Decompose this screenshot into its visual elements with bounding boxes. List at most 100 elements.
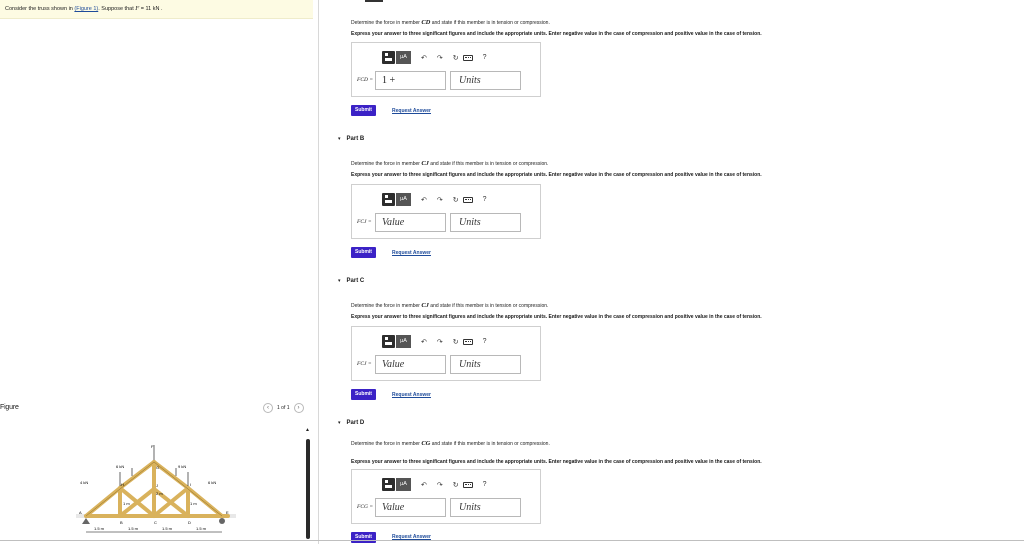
units-input[interactable]: [450, 355, 521, 374]
submit-button[interactable]: Submit: [351, 389, 376, 400]
joint-label: E: [226, 510, 229, 515]
answer-box: µA ↶ ↷ ↻ ? FCJ =: [351, 326, 541, 381]
part-title: Part B: [346, 136, 365, 142]
templates-icon[interactable]: [382, 478, 395, 491]
part-b-section: ▾ Part B Determine the force in member CJ…: [318, 136, 1024, 266]
value-input[interactable]: [375, 213, 446, 232]
part-header[interactable]: ▾ Part C: [338, 278, 364, 284]
units-icon[interactable]: µA: [396, 335, 411, 348]
dimension-label: 1.5 m: [196, 526, 207, 531]
pin-support-icon: [82, 518, 90, 524]
bottom-border: [0, 540, 1024, 541]
redo-icon[interactable]: ↷: [437, 338, 443, 346]
request-answer-link[interactable]: Request Answer: [392, 250, 431, 256]
undo-icon[interactable]: ↶: [421, 54, 427, 62]
caret-down-icon: ▾: [338, 136, 341, 142]
joint-label: J: [156, 483, 158, 488]
units-input[interactable]: [450, 71, 521, 90]
scroll-thumb[interactable]: [306, 439, 310, 539]
load-label: 6 kN: [116, 464, 124, 469]
instruction-text: Express your answer to three significant…: [351, 172, 762, 178]
templates-icon[interactable]: [382, 51, 395, 64]
intro-suffix: = 11 kN .: [139, 6, 163, 12]
undo-icon[interactable]: ↶: [421, 196, 427, 204]
reset-icon[interactable]: ↻: [453, 54, 459, 62]
templates-icon[interactable]: [382, 193, 395, 206]
variable-label: FCJ =: [357, 219, 372, 225]
variable-label: FCJ =: [357, 361, 372, 367]
part-title: Part D: [346, 420, 365, 426]
submit-button[interactable]: Submit: [351, 532, 376, 543]
help-icon[interactable]: ?: [483, 196, 487, 203]
figure-link[interactable]: (Figure 1): [74, 6, 98, 12]
keyboard-icon[interactable]: [462, 338, 473, 345]
part-c-section: ▾ Part C Determine the force in member CJ…: [318, 278, 1024, 408]
figure-pager: ‹ 1 of 1 ›: [263, 403, 304, 413]
undo-icon[interactable]: ↶: [421, 481, 427, 489]
chevron-right-icon[interactable]: ›: [293, 403, 304, 413]
joint-label: G: [156, 465, 159, 470]
units-icon[interactable]: µA: [396, 193, 411, 206]
part-header[interactable]: ▾ Part B: [338, 136, 364, 142]
question-text: Determine the force in member CG and sta…: [351, 440, 550, 447]
joint-label: D: [188, 520, 191, 525]
instruction-text: Express your answer to three significant…: [351, 459, 762, 465]
intro-text: Consider the truss shown in (Figure 1). …: [5, 5, 163, 12]
submit-button[interactable]: Submit: [351, 105, 376, 116]
keyboard-icon[interactable]: [462, 54, 473, 61]
units-icon[interactable]: µA: [396, 478, 411, 491]
answer-box: µA ↶ ↷ ↻ ? FCJ =: [351, 184, 541, 239]
request-answer-link[interactable]: Request Answer: [392, 392, 431, 398]
variable-label: FCD =: [357, 77, 374, 83]
dimension-label: 2 m: [156, 491, 163, 496]
value-input[interactable]: [375, 71, 446, 90]
help-icon[interactable]: ?: [483, 481, 487, 488]
joint-label: I: [190, 482, 191, 487]
instruction-text: Express your answer to three significant…: [351, 31, 762, 37]
scroll-up-icon[interactable]: ▲: [305, 427, 310, 433]
undo-icon[interactable]: ↶: [421, 338, 427, 346]
caret-down-icon: ▾: [338, 278, 341, 284]
math-toolbar: µA ↶ ↷ ↻ ?: [382, 193, 487, 206]
keyboard-icon[interactable]: [462, 481, 473, 488]
reset-icon[interactable]: ↻: [453, 338, 459, 346]
value-input[interactable]: [375, 355, 446, 374]
left-pane: Consider the truss shown in (Figure 1). …: [0, 0, 313, 544]
units-input[interactable]: [450, 498, 521, 517]
dimension-label: 1.5 m: [94, 526, 105, 531]
joint-label: A: [79, 510, 82, 515]
templates-icon[interactable]: [382, 335, 395, 348]
load-label: 6 kN: [208, 480, 216, 485]
redo-icon[interactable]: ↷: [437, 54, 443, 62]
redo-icon[interactable]: ↷: [437, 481, 443, 489]
truss-figure: 6 kN 9 kN 4 kN 6 kN F A B C D E G H I J …: [76, 442, 236, 542]
help-icon[interactable]: ?: [483, 54, 487, 61]
reset-icon[interactable]: ↻: [453, 481, 459, 489]
part-a-section: Determine the force in member CD and sta…: [318, 0, 1024, 130]
redo-icon[interactable]: ↷: [437, 196, 443, 204]
joint-label: H: [121, 482, 124, 487]
units-input[interactable]: [450, 213, 521, 232]
request-answer-link[interactable]: Request Answer: [392, 108, 431, 114]
part-header[interactable]: ▾ Part D: [338, 420, 364, 426]
member-name: CJ: [421, 160, 429, 167]
chevron-left-icon[interactable]: ‹: [263, 403, 273, 413]
part-title: Part C: [346, 278, 365, 284]
member-name: CG: [421, 440, 431, 447]
units-icon[interactable]: µA: [396, 51, 411, 64]
caret-down-icon: ▾: [338, 420, 341, 426]
reset-icon[interactable]: ↻: [453, 196, 459, 204]
dimension-label: 1.5 m: [162, 526, 173, 531]
submit-button[interactable]: Submit: [351, 247, 376, 258]
figure-scrollbar[interactable]: ▲: [303, 424, 313, 544]
math-toolbar: µA ↶ ↷ ↻ ?: [382, 51, 487, 64]
dimension-label: 1 m: [123, 501, 130, 506]
intro-middle: . Suppose that: [98, 6, 136, 12]
member-name: CD: [421, 19, 431, 26]
roller-support-icon: [219, 518, 225, 524]
value-input[interactable]: [375, 498, 446, 517]
load-label: 4 kN: [80, 480, 88, 485]
help-icon[interactable]: ?: [483, 338, 487, 345]
keyboard-icon[interactable]: [462, 196, 473, 203]
truss-diagram: 6 kN 9 kN 4 kN 6 kN F A B C D E G H I J …: [76, 444, 236, 533]
